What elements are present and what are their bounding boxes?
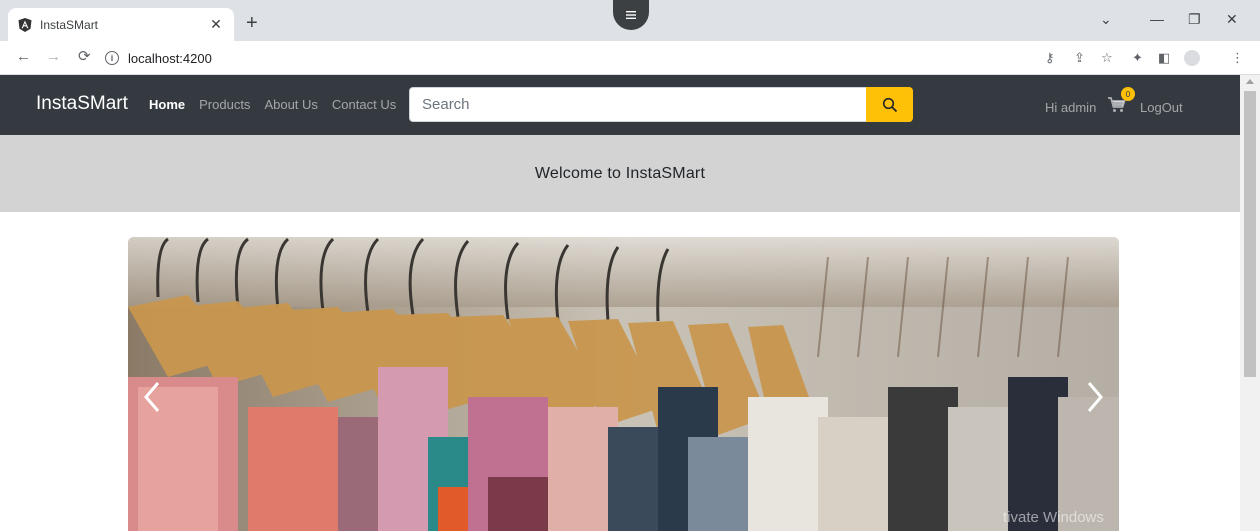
angular-favicon-icon: [18, 17, 32, 32]
tab-title: InstaSMart: [40, 17, 99, 32]
url-text: localhost:4200: [128, 50, 212, 66]
nav-link-contact-us[interactable]: Contact Us: [332, 97, 396, 112]
forward-icon[interactable]: →: [46, 49, 61, 65]
nav-link-products[interactable]: Products: [199, 97, 250, 112]
minimize-icon[interactable]: —: [1150, 11, 1164, 27]
search-icon: [882, 97, 897, 112]
bookmark-star-icon[interactable]: ☆: [1101, 50, 1113, 66]
address-bar[interactable]: i localhost:4200: [105, 45, 1025, 71]
restore-icon[interactable]: ❐: [1188, 11, 1201, 28]
browser-tabstrip: InstaSMart ✕ + ⌄ — ❐ ✕: [0, 0, 1260, 41]
back-icon[interactable]: ←: [16, 49, 31, 65]
new-tab-icon[interactable]: +: [246, 13, 258, 33]
os-activation-watermark: tivate Windows: [1003, 509, 1104, 526]
scroll-up-icon[interactable]: [1246, 79, 1254, 84]
user-greeting: Hi admin: [1045, 100, 1097, 115]
brand-logo[interactable]: InstaSMart: [36, 93, 128, 115]
side-panel-icon[interactable]: ◧: [1158, 50, 1170, 66]
site-navbar: InstaSMart Home Products About Us Contac…: [0, 75, 1240, 135]
browser-menu-icon[interactable]: ⋮: [1231, 50, 1244, 66]
welcome-banner: Welcome to InstaSMart: [0, 135, 1240, 212]
page-scrollbar[interactable]: [1240, 75, 1260, 531]
profile-avatar-icon[interactable]: [1184, 50, 1200, 66]
search-placeholder: Search: [422, 96, 470, 113]
search-button[interactable]: [866, 87, 913, 122]
browser-toolbar: ← → ⟳ i localhost:4200 ⚷ ⇪ ☆ ✦ ◧ ⋮: [0, 41, 1260, 75]
cart-count-badge: 0: [1121, 87, 1135, 101]
tab-list-chevron-icon[interactable]: ⌄: [1100, 11, 1112, 28]
menu-lines-icon: [626, 11, 636, 19]
nav-link-about-us[interactable]: About Us: [264, 97, 317, 112]
share-icon[interactable]: ⇪: [1074, 50, 1085, 66]
site-info-icon[interactable]: i: [105, 51, 119, 65]
tab-search-button[interactable]: [613, 0, 649, 30]
welcome-heading: Welcome to InstaSMart: [534, 164, 706, 182]
extensions-puzzle-icon[interactable]: ✦: [1132, 50, 1143, 66]
carousel-prev-chevron-icon[interactable]: [140, 377, 164, 417]
carousel-next-chevron-icon[interactable]: [1083, 377, 1107, 417]
hero-carousel: [128, 237, 1119, 531]
nav-links: Home Products About Us Contact Us: [149, 97, 410, 112]
password-key-icon[interactable]: ⚷: [1045, 50, 1055, 66]
logout-link[interactable]: LogOut: [1140, 100, 1183, 115]
scroll-thumb[interactable]: [1244, 91, 1256, 377]
tab-close-icon[interactable]: ✕: [208, 16, 224, 33]
page-viewport: InstaSMart Home Products About Us Contac…: [0, 75, 1240, 531]
search-input[interactable]: Search: [409, 87, 867, 122]
window-close-icon[interactable]: ✕: [1226, 11, 1238, 28]
browser-tab[interactable]: InstaSMart ✕: [8, 8, 234, 41]
reload-icon[interactable]: ⟳: [78, 49, 91, 65]
clothes-rack-image: [128, 237, 1119, 531]
nav-link-home[interactable]: Home: [149, 97, 185, 112]
